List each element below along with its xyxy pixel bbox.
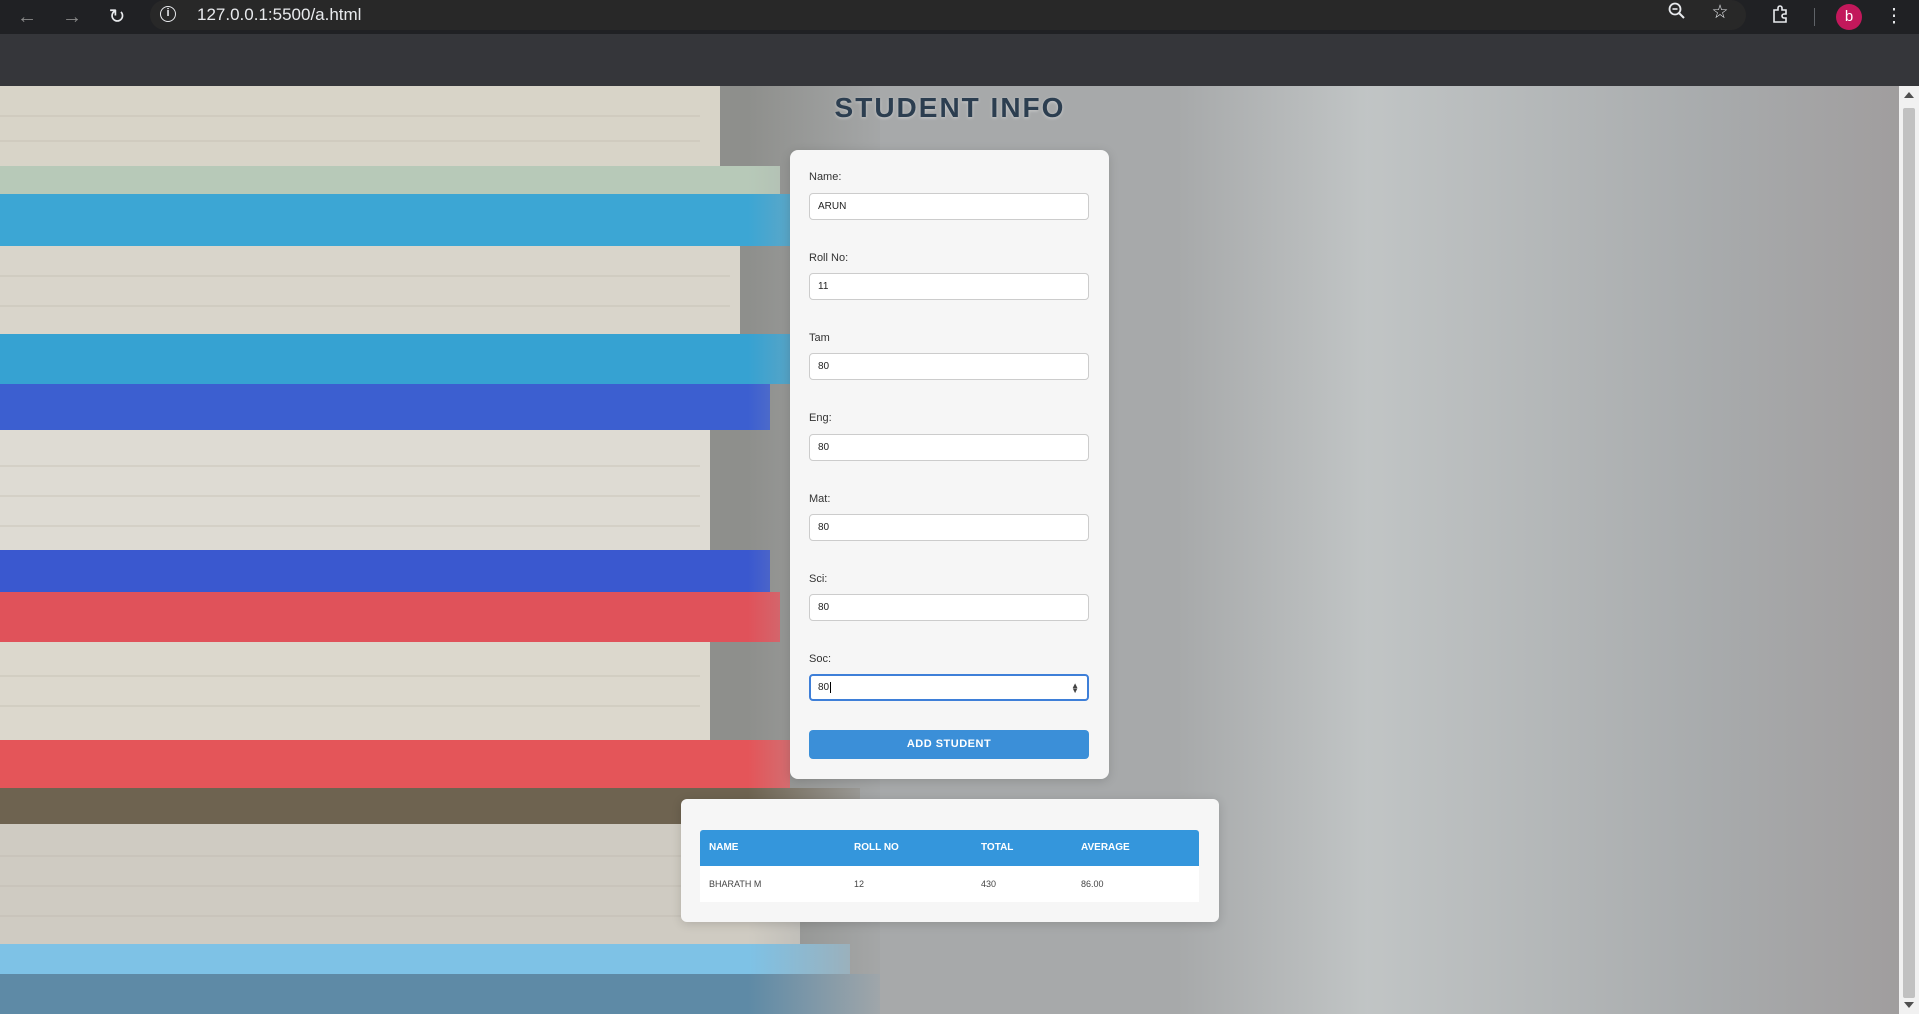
text-caret bbox=[830, 682, 832, 693]
page-viewport: STUDENT INFO Name: ARUN Roll No: 11 Tam … bbox=[0, 86, 1899, 1014]
more-menu-icon[interactable]: ⋮ bbox=[1881, 4, 1907, 30]
add-student-button[interactable]: ADD STUDENT bbox=[809, 730, 1089, 759]
social-input-value: 80 bbox=[818, 682, 830, 694]
tamil-label: Tam bbox=[809, 332, 830, 344]
number-spinner-icon[interactable]: ▲ ▼ bbox=[1071, 682, 1079, 695]
science-input[interactable]: 80 bbox=[809, 594, 1089, 621]
english-input[interactable]: 80 bbox=[809, 434, 1089, 461]
student-form: Name: ARUN Roll No: 11 Tam 80 Eng: 80 Ma… bbox=[790, 150, 1109, 779]
browser-bookmarks-bar bbox=[0, 34, 1919, 86]
forward-icon[interactable]: → bbox=[59, 4, 85, 30]
english-label: Eng: bbox=[809, 412, 832, 424]
back-icon[interactable]: ← bbox=[14, 4, 40, 30]
social-input[interactable]: 80 ▲ ▼ bbox=[809, 674, 1089, 701]
header-total: TOTAL bbox=[981, 842, 1014, 853]
table-row: BHARATH M 12 430 86.00 bbox=[700, 866, 1199, 902]
page-title: STUDENT INFO bbox=[834, 92, 1066, 123]
table-header-row: NAME ROLL NO TOTAL AVERAGE bbox=[700, 830, 1199, 866]
header-roll-no: ROLL NO bbox=[854, 842, 899, 853]
name-label: Name: bbox=[809, 171, 842, 183]
page-scrollbar[interactable] bbox=[1899, 86, 1919, 1014]
tamil-input[interactable]: 80 bbox=[809, 353, 1089, 380]
students-table: NAME ROLL NO TOTAL AVERAGE BHARATH M 12 … bbox=[700, 830, 1199, 902]
scroll-down-icon[interactable] bbox=[1904, 1002, 1914, 1008]
cell-average: 86.00 bbox=[1081, 879, 1104, 889]
address-bar[interactable]: i 127.0.0.1:5500/a.html ☆ bbox=[150, 0, 1746, 30]
maths-input[interactable]: 80 bbox=[809, 514, 1089, 541]
site-info-icon[interactable]: i bbox=[160, 6, 176, 22]
cell-name: BHARATH M bbox=[709, 879, 762, 889]
header-average: AVERAGE bbox=[1081, 842, 1130, 853]
social-label: Soc: bbox=[809, 653, 832, 665]
cell-total: 430 bbox=[981, 879, 997, 889]
reload-icon[interactable]: ↻ bbox=[104, 4, 130, 30]
header-name: NAME bbox=[709, 842, 739, 853]
zoom-icon[interactable] bbox=[1664, 1, 1690, 27]
scrollbar-thumb[interactable] bbox=[1903, 108, 1915, 998]
url-text[interactable]: 127.0.0.1:5500/a.html bbox=[197, 5, 361, 25]
scroll-up-icon[interactable] bbox=[1904, 92, 1914, 98]
science-label: Sci: bbox=[809, 573, 828, 585]
toolbar-divider bbox=[1814, 8, 1815, 26]
extensions-icon[interactable] bbox=[1768, 4, 1794, 30]
roll-no-input[interactable]: 11 bbox=[809, 273, 1089, 300]
profile-avatar[interactable]: b bbox=[1836, 4, 1862, 30]
roll-no-label: Roll No: bbox=[809, 252, 849, 264]
bookmark-star-icon[interactable]: ☆ bbox=[1707, 0, 1733, 26]
cell-roll-no: 12 bbox=[854, 879, 865, 889]
name-input[interactable]: ARUN bbox=[809, 193, 1089, 220]
browser-toolbar: ← → ↻ i 127.0.0.1:5500/a.html ☆ b ⋮ bbox=[0, 0, 1919, 34]
maths-label: Mat: bbox=[809, 493, 831, 505]
students-table-card: NAME ROLL NO TOTAL AVERAGE BHARATH M 12 … bbox=[681, 799, 1219, 922]
